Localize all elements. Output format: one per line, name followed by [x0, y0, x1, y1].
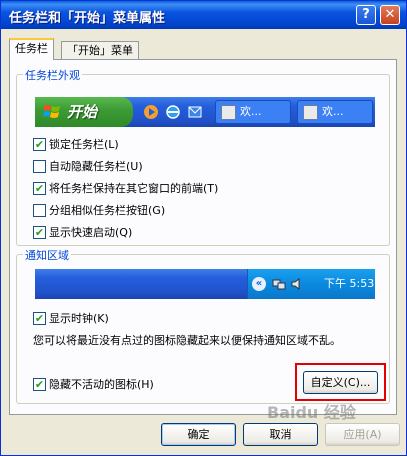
show-clock-checkbox[interactable]: ✔ 显示时钟(K)	[33, 311, 109, 327]
tab-start-menu[interactable]: 「开始」菜单	[61, 41, 139, 61]
tab-taskbar[interactable]: 任务栏	[9, 38, 54, 60]
notification-preview: « 下午 5:53	[35, 269, 375, 299]
outlook-express-icon	[188, 106, 202, 118]
taskbar-preview: 开始 欢... 欢...	[35, 97, 375, 127]
notification-area-group: 通知区域 « 下午 5:53 ✔ 显示时钟(K) 您可以将最近没有点过的图标隐藏起…	[16, 247, 390, 404]
cancel-button[interactable]: 取消	[243, 423, 318, 446]
internet-explorer-icon	[166, 105, 180, 119]
task-button-2: 欢...	[297, 100, 373, 124]
apply-button[interactable]: 应用(A)	[325, 423, 400, 446]
checkbox-box[interactable]: ✔	[33, 225, 46, 239]
highlight-box	[295, 363, 386, 401]
checkbox-box[interactable]: ✔	[33, 311, 46, 325]
title-bar[interactable]: 任务栏和「开始」菜单属性 ? ✕	[1, 1, 406, 29]
lock-taskbar-checkbox[interactable]: ✔ 锁定任务栏(L)	[33, 137, 119, 153]
properties-dialog: 任务栏和「开始」菜单属性 ? ✕ 任务栏 「开始」菜单 任务栏外观 开始 欢..…	[0, 0, 407, 456]
checkbox-label: 显示时钟(K)	[49, 312, 109, 325]
group-buttons-checkbox[interactable]: 分组相似任务栏按钮(G)	[33, 203, 165, 219]
checkbox-label: 显示快速启动(Q)	[49, 226, 133, 239]
checkbox-box[interactable]: ✔	[33, 377, 46, 391]
ok-button[interactable]: 确定	[161, 423, 236, 446]
taskbar-appearance-title: 任务栏外观	[23, 67, 82, 83]
start-button-preview: 开始	[35, 97, 133, 127]
checkbox-label: 将任务栏保持在其它窗口的前端(T)	[49, 182, 219, 195]
window-title: 任务栏和「开始」菜单属性	[9, 11, 166, 26]
checkbox-box[interactable]	[33, 203, 46, 217]
window-icon	[221, 105, 236, 120]
volume-icon	[291, 278, 300, 290]
auto-hide-taskbar-checkbox[interactable]: 自动隐藏任务栏(U)	[33, 159, 143, 175]
notification-description: 您可以将最近没有点过的图标隐藏起来以便保持通知区域不乱。	[33, 334, 341, 347]
windows-logo-icon	[43, 105, 60, 118]
baidu-watermark: Baidu 经验	[267, 403, 356, 422]
checkbox-label: 分组相似任务栏按钮(G)	[49, 204, 166, 217]
clock-time: 下午 5:53	[324, 277, 375, 290]
task-button-label: 欢...	[322, 105, 344, 118]
checkbox-label: 锁定任务栏(L)	[49, 138, 119, 151]
keep-on-top-checkbox[interactable]: ✔ 将任务栏保持在其它窗口的前端(T)	[33, 181, 218, 197]
taskbar-appearance-group: 任务栏外观 开始 欢... 欢... ✔ 锁定任务栏(L) 自动隐藏任务栏(U)…	[16, 67, 390, 246]
checkbox-box[interactable]	[33, 159, 46, 173]
network-icon	[272, 279, 286, 290]
window-icon	[303, 105, 318, 120]
close-button[interactable]: ✕	[380, 5, 400, 25]
checkbox-box[interactable]: ✔	[33, 181, 46, 195]
expand-arrow-icon: «	[252, 277, 266, 291]
checkbox-box[interactable]: ✔	[33, 137, 46, 151]
task-button-label: 欢...	[240, 105, 262, 118]
checkbox-label: 自动隐藏任务栏(U)	[49, 160, 143, 173]
task-button-1: 欢...	[215, 100, 291, 124]
media-player-icon	[144, 105, 158, 119]
help-button[interactable]: ?	[356, 5, 376, 25]
start-label: 开始	[67, 103, 98, 121]
notification-area-title: 通知区域	[23, 247, 71, 263]
checkbox-label: 隐藏不活动的图标(H)	[49, 378, 154, 391]
taskbar-tab-panel: 任务栏外观 开始 欢... 欢... ✔ 锁定任务栏(L) 自动隐藏任务栏(U)…	[9, 59, 397, 415]
system-tray-preview: « 下午 5:53	[247, 269, 375, 299]
hide-inactive-icons-checkbox[interactable]: ✔ 隐藏不活动的图标(H)	[33, 377, 154, 393]
quick-launch-checkbox[interactable]: ✔ 显示快速启动(Q)	[33, 225, 132, 241]
